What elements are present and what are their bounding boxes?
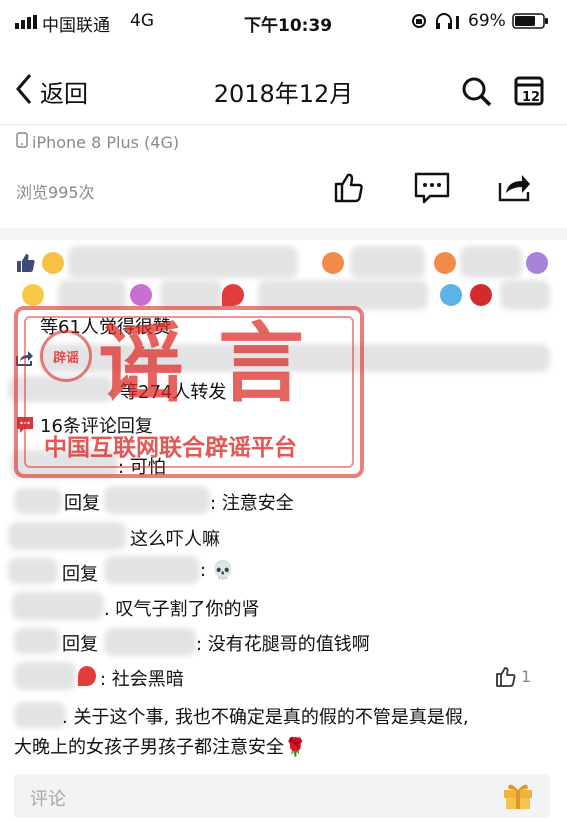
comment-text: . 关于这个事, 我也不确定是真的假的不管是真是假, — [62, 707, 469, 728]
like-list-icon — [16, 253, 36, 277]
rumor-stamp: 辟谣 谣言 中国互联网联合辟谣平台 — [14, 306, 364, 478]
signal-icon — [15, 14, 39, 34]
orientation-lock-icon — [410, 12, 428, 35]
comment-input-placeholder: 评论 — [30, 789, 66, 810]
rumor-badge: 辟谣 — [40, 330, 92, 382]
carrier: 中国联通 — [42, 16, 110, 36]
badge-icon — [42, 252, 64, 274]
calendar-icon[interactable]: 12 — [514, 74, 544, 110]
comment-text-continued: 大晚上的女孩子男孩子都注意安全🌹 — [14, 737, 307, 758]
gift-icon[interactable] — [502, 780, 534, 814]
section-divider — [0, 228, 567, 240]
thumbs-up-icon — [496, 667, 516, 687]
rocket-icon — [526, 252, 548, 274]
comment-text: : 社会黑暗 — [100, 669, 184, 690]
like-button[interactable] — [331, 170, 365, 208]
flame-icon — [322, 252, 344, 274]
phone-icon — [16, 132, 28, 152]
device-info: iPhone 8 Plus (4G) — [16, 132, 179, 152]
comment-input[interactable]: 评论 — [14, 774, 550, 818]
search-icon[interactable] — [461, 76, 493, 112]
comment-text: . 叹气子割了你的肾 — [104, 599, 260, 620]
balloon-icon — [222, 284, 244, 306]
clock: 下午10:39 — [244, 16, 333, 36]
share-icon — [498, 175, 530, 202]
crown-icon — [440, 284, 462, 306]
balloon-icon — [78, 666, 96, 686]
battery-percent: 69% — [468, 11, 506, 31]
star-badge-icon — [130, 284, 152, 306]
cherry-icon — [470, 284, 492, 306]
comment-text: 这么吓人嘛 — [130, 529, 220, 550]
flame-icon — [434, 252, 456, 274]
nav-bar: 返回 2018年12月 12 — [0, 60, 567, 122]
reply-label: 回复 — [64, 493, 100, 514]
comment-text: : 💀 — [200, 560, 235, 581]
device-label: iPhone 8 Plus (4G) — [32, 132, 180, 152]
network-type: 4G — [130, 11, 154, 31]
comment-button[interactable] — [414, 172, 450, 208]
reply-label: 回复 — [62, 634, 98, 655]
battery-icon — [512, 13, 550, 34]
view-count: 浏览995次 — [16, 183, 95, 202]
svg-text:12: 12 — [522, 90, 540, 105]
status-bar: 中国联通 4G 下午10:39 69% — [0, 0, 567, 40]
comment-icon — [414, 172, 450, 204]
headphones-icon — [434, 12, 462, 35]
divider — [0, 124, 567, 125]
rumor-title: 谣言 — [98, 314, 338, 414]
thumbs-up-icon — [334, 173, 363, 203]
sun-icon — [22, 284, 44, 306]
comment-like-count: 1 — [521, 666, 532, 686]
reply-label: 回复 — [62, 564, 98, 585]
share-button[interactable] — [497, 171, 533, 207]
comment-like-button[interactable]: 1 — [494, 664, 531, 688]
comment-text: : 没有花腿哥的值钱啊 — [196, 634, 370, 655]
rumor-org: 中国互联网联合辟谣平台 — [44, 435, 297, 461]
comment-text: : 注意安全 — [210, 493, 294, 514]
